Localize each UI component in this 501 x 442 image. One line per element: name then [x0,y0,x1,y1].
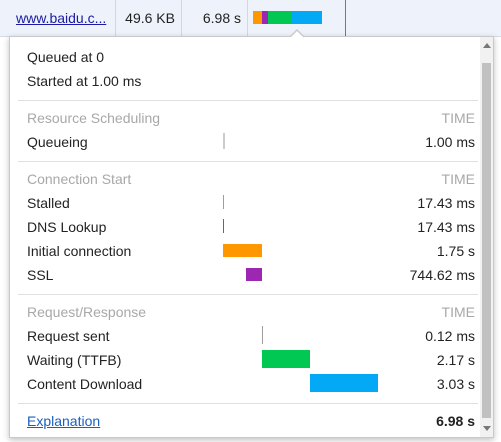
started-at-text: Started at 1.00 ms [27,73,142,89]
value-stalled: 17.43 ms [417,195,475,211]
divider [18,161,478,162]
load-event-line [345,0,346,36]
label-ssl: SSL [27,267,54,283]
waterfall-ttfb-bar [268,11,291,24]
label-initial-connection: Initial connection [27,243,132,259]
scroll-down-arrow-icon[interactable] [483,426,491,431]
bar-stalled [223,195,224,209]
section-title-request-response: Request/Response [27,304,147,320]
waterfall-content-download-bar [291,11,322,24]
label-request-sent: Request sent [27,328,110,344]
network-request-row[interactable]: www.baidu.c... 49.6 KB 6.98 s [0,0,501,37]
queued-at-text: Queued at 0 [27,49,105,65]
bar-request-sent [262,326,263,344]
time-header: TIME [441,171,475,187]
bar-ssl [246,268,262,281]
value-queueing: 1.00 ms [425,134,475,150]
section-title-connection-start: Connection Start [27,171,132,187]
bar-queueing [223,133,225,149]
vertical-scrollbar[interactable] [480,37,493,437]
time-header: TIME [441,304,475,320]
divider [18,403,478,404]
divider [18,294,478,295]
waterfall-initial-connection-bar [253,11,262,24]
request-size: 49.6 KB [116,0,182,36]
label-waiting-ttfb: Waiting (TTFB) [27,352,122,368]
bar-dns-lookup [223,219,224,233]
section-title-resource-scheduling: Resource Scheduling [27,110,161,126]
timing-popup: Queued at 0 Started at 1.00 ms Resource … [9,29,494,438]
request-time: 6.98 s [182,0,248,36]
value-content-download: 3.03 s [436,376,475,392]
label-queueing: Queueing [27,134,88,150]
label-content-download: Content Download [27,376,143,392]
explanation-link[interactable]: Explanation [27,413,100,429]
value-ssl: 744.62 ms [409,267,475,283]
value-initial-connection: 1.75 s [436,243,475,259]
label-stalled: Stalled [27,195,70,211]
divider [18,100,478,101]
bar-initial-connection [223,244,262,257]
total-time: 6.98 s [436,413,475,429]
bar-waiting-ttfb [262,350,310,368]
request-name[interactable]: www.baidu.c... [0,0,116,36]
scrollbar-thumb[interactable] [482,63,491,418]
value-dns-lookup: 17.43 ms [417,219,475,235]
scroll-up-arrow-icon[interactable] [483,43,491,48]
value-request-sent: 0.12 ms [425,328,475,344]
time-header: TIME [441,110,475,126]
label-dns-lookup: DNS Lookup [27,219,107,235]
bar-content-download [310,374,378,392]
value-waiting-ttfb: 2.17 s [436,352,475,368]
